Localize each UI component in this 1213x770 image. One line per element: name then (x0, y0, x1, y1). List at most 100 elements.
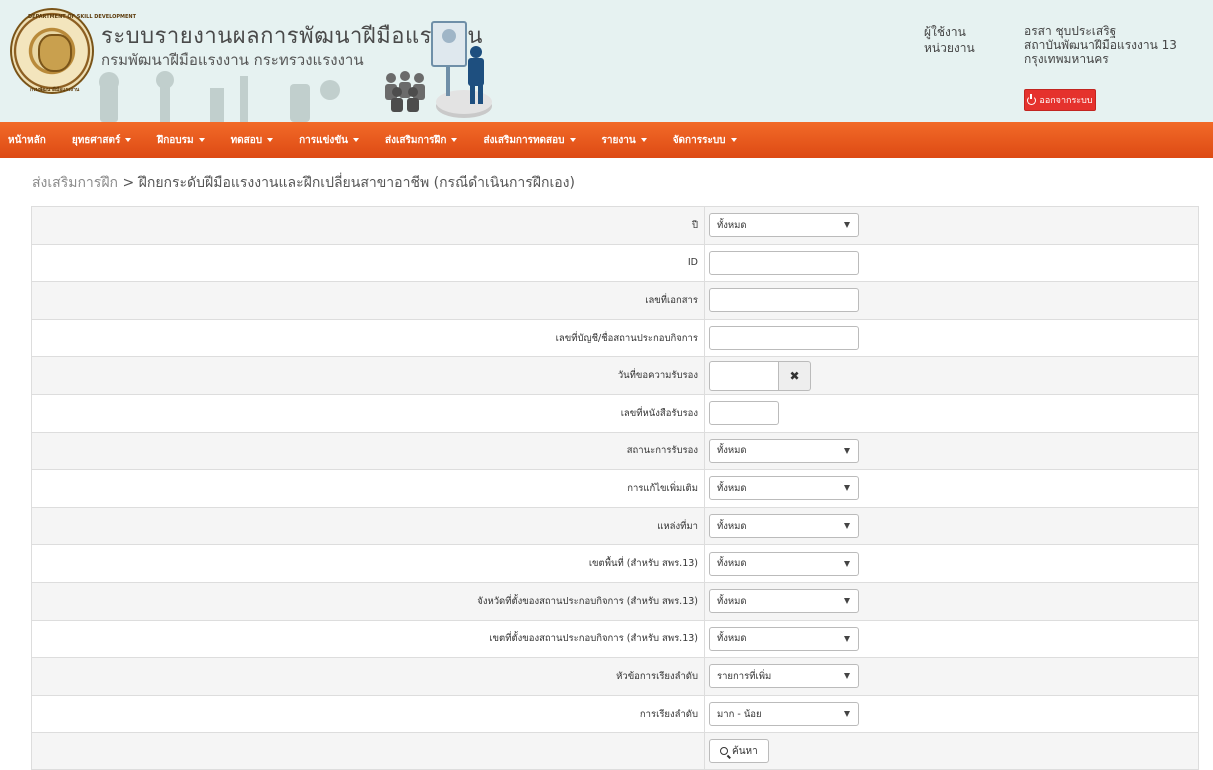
nav-item-reports[interactable]: รายงาน (602, 133, 647, 148)
nav-item-strategy[interactable]: ยุทธศาสตร์ (72, 133, 132, 148)
select-value: ทั้งหมด (717, 482, 747, 494)
dropdown-arrow-icon (844, 485, 850, 492)
form-row-cert-no: เลขที่หนังสือรับรอง (31, 393, 1199, 432)
breadcrumb: ส่งเสริมการฝึก > ฝึกยกระดับฝีมือแรงงานแล… (32, 172, 575, 194)
nav-label: การแข่งขัน (299, 134, 348, 146)
user-info-labels: ผู้ใช้งาน หน่วยงาน (924, 24, 975, 56)
clear-date-button[interactable]: ✖ (779, 360, 811, 391)
seal-emblem-icon (38, 34, 72, 72)
nav-item-system-admin[interactable]: จัดการระบบ (673, 133, 737, 148)
amendment-select[interactable]: ทั้งหมด (709, 476, 859, 501)
year-select[interactable]: ทั้งหมด (709, 213, 859, 238)
nav-item-testing[interactable]: ทดสอบ (231, 133, 274, 148)
form-row-account-no: เลขที่บัญชี/ชื่อสถานประกอบกิจการ (31, 318, 1199, 357)
form-row-amendment: การแก้ไขเพิ่มเติม ทั้งหมด (31, 469, 1199, 507)
people-group-icon (385, 71, 425, 112)
id-input[interactable] (709, 250, 859, 275)
caret-down-icon (125, 138, 132, 142)
form-row-request-date: วันที่ขอความรับรอง ✖ (31, 356, 1199, 394)
caret-down-icon (267, 138, 274, 142)
sort-by-label: หัวข้อการเรียงลำดับ (32, 658, 705, 695)
nav-label: รายงาน (601, 134, 636, 146)
search-label: ค้นหา (732, 745, 758, 757)
select-value: ทั้งหมด (717, 445, 747, 457)
main-nav: หน้าหลัก ยุทธศาสตร์ ฝึกอบรม ทดสอบ การแข่… (0, 122, 1213, 158)
select-value: ทั้งหมด (717, 595, 747, 607)
nav-label: ทดสอบ (230, 134, 263, 146)
sort-order-label: การเรียงลำดับ (32, 695, 705, 733)
presentation-board-icon (431, 21, 492, 118)
seal-text-bottom: กรมพัฒนาฝีมือแรงงาน (30, 87, 80, 93)
cert-no-input[interactable] (709, 401, 779, 426)
nav-item-competition[interactable]: การแข่งขัน (299, 133, 359, 148)
province-select[interactable]: ทั้งหมด (709, 589, 859, 614)
nav-item-training[interactable]: ฝึกอบรม (157, 133, 205, 148)
source-select[interactable]: ทั้งหมด (709, 514, 859, 539)
select-value: ทั้งหมด (717, 520, 747, 532)
empty-label-cell (32, 733, 705, 769)
zone-select[interactable]: ทั้งหมด (709, 551, 859, 576)
form-row-zone: เขตพื้นที่ (สำหรับ สพร.13) ทั้งหมด (31, 544, 1199, 582)
nav-label: จัดการระบบ (672, 134, 726, 146)
dropdown-arrow-icon (844, 711, 850, 718)
form-row-id: ID (31, 243, 1199, 282)
caret-down-icon (569, 138, 576, 142)
year-label: ปี (32, 207, 705, 244)
form-row-search: ค้นหา (31, 732, 1199, 770)
doc-no-label: เลขที่เอกสาร (32, 282, 705, 319)
unit-label: หน่วยงาน (924, 41, 975, 55)
province-label: จังหวัดที่ตั้งของสถานประกอบกิจการ (สำหรั… (32, 582, 705, 620)
nav-label: ยุทธศาสตร์ (71, 134, 121, 146)
unit-name-line1: สถาบันพัฒนาฝีมือแรงงาน 13 (1024, 38, 1177, 52)
dropdown-arrow-icon (844, 447, 850, 454)
breadcrumb-current: ฝึกยกระดับฝีมือแรงงานและฝึกเปลี่ยนสาขาอา… (138, 175, 575, 191)
select-value: ทั้งหมด (717, 219, 747, 231)
nav-item-promote-training[interactable]: ส่งเสริมการฝึก (385, 133, 458, 148)
header: DEPARTMENT OF SKILL DEVELOPMENT กรมพัฒนา… (0, 0, 1213, 122)
request-date-label: วันที่ขอความรับรอง (32, 357, 705, 394)
sort-order-select[interactable]: มาก - น้อย (709, 702, 859, 727)
caret-down-icon (353, 138, 359, 142)
doc-no-input[interactable] (709, 288, 859, 313)
breadcrumb-parent-link[interactable]: ส่งเสริมการฝึก (32, 175, 118, 191)
zone-label: เขตพื้นที่ (สำหรับ สพร.13) (32, 545, 705, 582)
caret-down-icon (198, 138, 205, 142)
district-select[interactable]: ทั้งหมด (709, 626, 859, 651)
nav-item-promote-testing[interactable]: ส่งเสริมการทดสอบ (483, 133, 576, 148)
user-info-values: อรสา ชุบประเสริฐ สถาบันพัฒนาฝีมือแรงงาน … (1024, 24, 1177, 66)
form-row-doc-no: เลขที่เอกสาร (31, 281, 1199, 319)
dropdown-arrow-icon (844, 523, 850, 530)
logout-button[interactable]: ออกจากระบบ (1024, 89, 1096, 111)
caret-down-icon (451, 138, 458, 142)
department-seal-logo: DEPARTMENT OF SKILL DEVELOPMENT กรมพัฒนา… (10, 8, 136, 94)
caret-down-icon (640, 138, 647, 142)
form-row-sort-by: หัวข้อการเรียงลำดับ รายการที่เพิ่ม (31, 657, 1199, 695)
cert-status-select[interactable]: ทั้งหมด (709, 438, 859, 463)
app-subtitle: กรมพัฒนาฝีมือแรงงาน กระทรวงแรงงาน (101, 51, 364, 69)
close-icon: ✖ (789, 368, 800, 383)
account-no-label: เลขที่บัญชี/ชื่อสถานประกอบกิจการ (32, 319, 705, 357)
tools-decoration-icon (99, 71, 340, 122)
nav-label: ส่งเสริมการฝึก (385, 134, 447, 146)
caret-down-icon (730, 138, 737, 142)
request-date-input[interactable] (709, 360, 779, 391)
search-form: ปี ทั้งหมด ID เลขที่เอกสาร เลขที่บัญชี/ช… (31, 206, 1199, 770)
user-name: อรสา ชุบประเสริฐ (1024, 24, 1117, 38)
select-value: ทั้งหมด (717, 633, 747, 645)
form-row-cert-status: สถานะการรับรอง ทั้งหมด (31, 431, 1199, 470)
user-label: ผู้ใช้งาน (924, 25, 966, 39)
form-row-district: เขตที่ตั้งของสถานประกอบกิจการ (สำหรับ สพ… (31, 619, 1199, 658)
amendment-label: การแก้ไขเพิ่มเติม (32, 470, 705, 507)
search-icon (720, 747, 728, 756)
nav-label: หน้าหลัก (8, 134, 46, 146)
dropdown-arrow-icon (844, 598, 850, 605)
form-row-source: แหล่งที่มา ทั้งหมด (31, 506, 1199, 545)
search-button[interactable]: ค้นหา (709, 739, 769, 764)
form-row-year: ปี ทั้งหมด (31, 206, 1199, 244)
sort-by-select[interactable]: รายการที่เพิ่ม (709, 664, 859, 689)
nav-item-home[interactable]: หน้าหลัก (8, 133, 46, 148)
cert-status-label: สถานะการรับรอง (32, 432, 705, 470)
power-icon (1027, 93, 1037, 105)
account-no-input[interactable] (709, 326, 859, 351)
select-value: รายการที่เพิ่ม (717, 670, 772, 682)
